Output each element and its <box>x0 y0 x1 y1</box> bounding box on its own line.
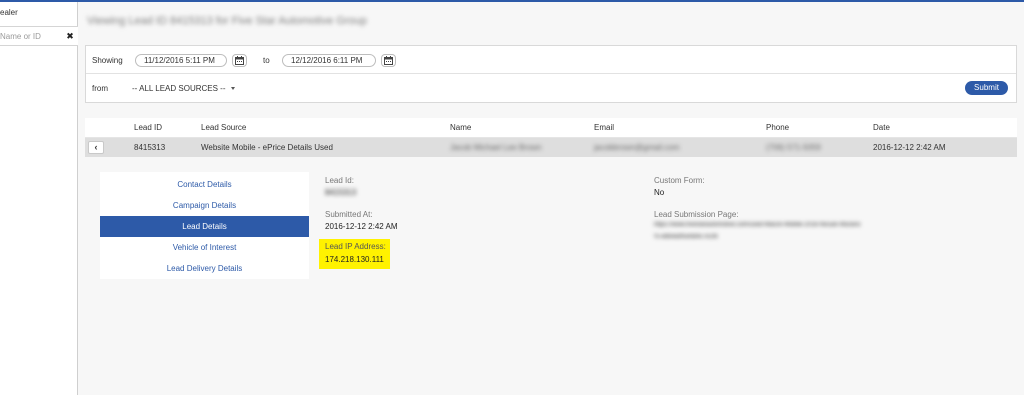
submitted-at-label: Submitted At: <box>325 210 373 219</box>
lead-ip-value: 174.218.130.111 <box>325 255 384 264</box>
submission-page-url-cont[interactable]: %-e8b4a9f5e9d4c7e1f6 <box>654 234 718 240</box>
chevron-down-icon <box>230 87 235 91</box>
sidebar: ealer ✖ <box>0 2 78 395</box>
nav-lead-details[interactable]: Lead Details <box>100 216 309 237</box>
submission-page-url[interactable]: https://www.fivestarautomotive.com/used-… <box>654 222 860 228</box>
end-date-input[interactable]: 12/12/2016 6:11 PM <box>282 54 376 67</box>
lead-source-select[interactable]: -- ALL LEAD SOURCES -- <box>132 84 235 93</box>
submission-page-label: Lead Submission Page: <box>654 210 739 219</box>
main-content: Viewing Lead ID 8415313 for Five Star Au… <box>79 2 1024 395</box>
custom-form-label: Custom Form: <box>654 176 705 185</box>
phone-cell: (706) 571-5059 <box>766 143 821 152</box>
column-header: Lead Source <box>201 123 247 132</box>
page-title: Viewing Lead ID 8415313 for Five Star Au… <box>87 15 367 27</box>
start-date-input[interactable]: 11/12/2016 5:11 PM <box>135 54 227 67</box>
lead-id-label: Lead Id: <box>325 176 354 185</box>
filter-panel: Showing 11/12/2016 5:11 PM to 12/12/2016… <box>85 45 1017 103</box>
detail-nav: Contact Details Campaign Details Lead De… <box>100 172 309 279</box>
lead-id-cell: 8415313 <box>134 143 166 152</box>
nav-contact-details[interactable]: Contact Details <box>100 174 309 195</box>
name-cell: Jacob Michael Lee Brown <box>450 143 542 152</box>
nav-campaign-details[interactable]: Campaign Details <box>100 195 309 216</box>
column-header: Email <box>594 123 615 132</box>
nav-vehicle-of-interest[interactable]: Vehicle of Interest <box>100 237 309 258</box>
column-header: Name <box>450 123 472 132</box>
submitted-at-value: 2016-12-12 2:42 AM <box>325 222 398 231</box>
column-header: Date <box>873 123 890 132</box>
table-header: Lead ID Lead Source Name Email Phone Dat… <box>85 118 1017 138</box>
lead-ip-label: Lead IP Address: <box>325 242 386 251</box>
lead-source-selected: -- ALL LEAD SOURCES -- <box>132 84 226 93</box>
calendar-icon[interactable] <box>232 54 247 67</box>
leads-table: Lead ID Lead Source Name Email Phone Dat… <box>85 118 1017 157</box>
nav-lead-delivery-details[interactable]: Lead Delivery Details <box>100 258 309 279</box>
column-header: Lead ID <box>134 123 163 132</box>
chevron-left-icon[interactable]: ‹ <box>88 141 104 154</box>
email-cell: jacobbrown@gmail.com <box>594 143 680 152</box>
calendar-icon[interactable] <box>381 54 396 67</box>
custom-form-value: No <box>654 188 665 197</box>
column-header: Phone <box>766 123 790 132</box>
lead-id-value: 8415313 <box>325 188 357 197</box>
date-cell: 2016-12-12 2:42 AM <box>873 143 946 152</box>
showing-label: Showing <box>92 56 123 65</box>
from-label: from <box>92 84 108 93</box>
sidebar-title: ealer <box>0 8 18 17</box>
table-row[interactable]: ‹ 8415313 Website Mobile - ePrice Detail… <box>85 138 1017 157</box>
dealer-search: ✖ <box>0 26 78 46</box>
filter-divider <box>86 73 1016 74</box>
dealer-search-input[interactable] <box>0 30 62 43</box>
to-label: to <box>263 56 270 65</box>
lead-source-cell: Website Mobile - ePrice Details Used <box>201 143 333 152</box>
close-icon[interactable]: ✖ <box>65 31 75 42</box>
submit-button[interactable]: Submit <box>965 81 1008 95</box>
